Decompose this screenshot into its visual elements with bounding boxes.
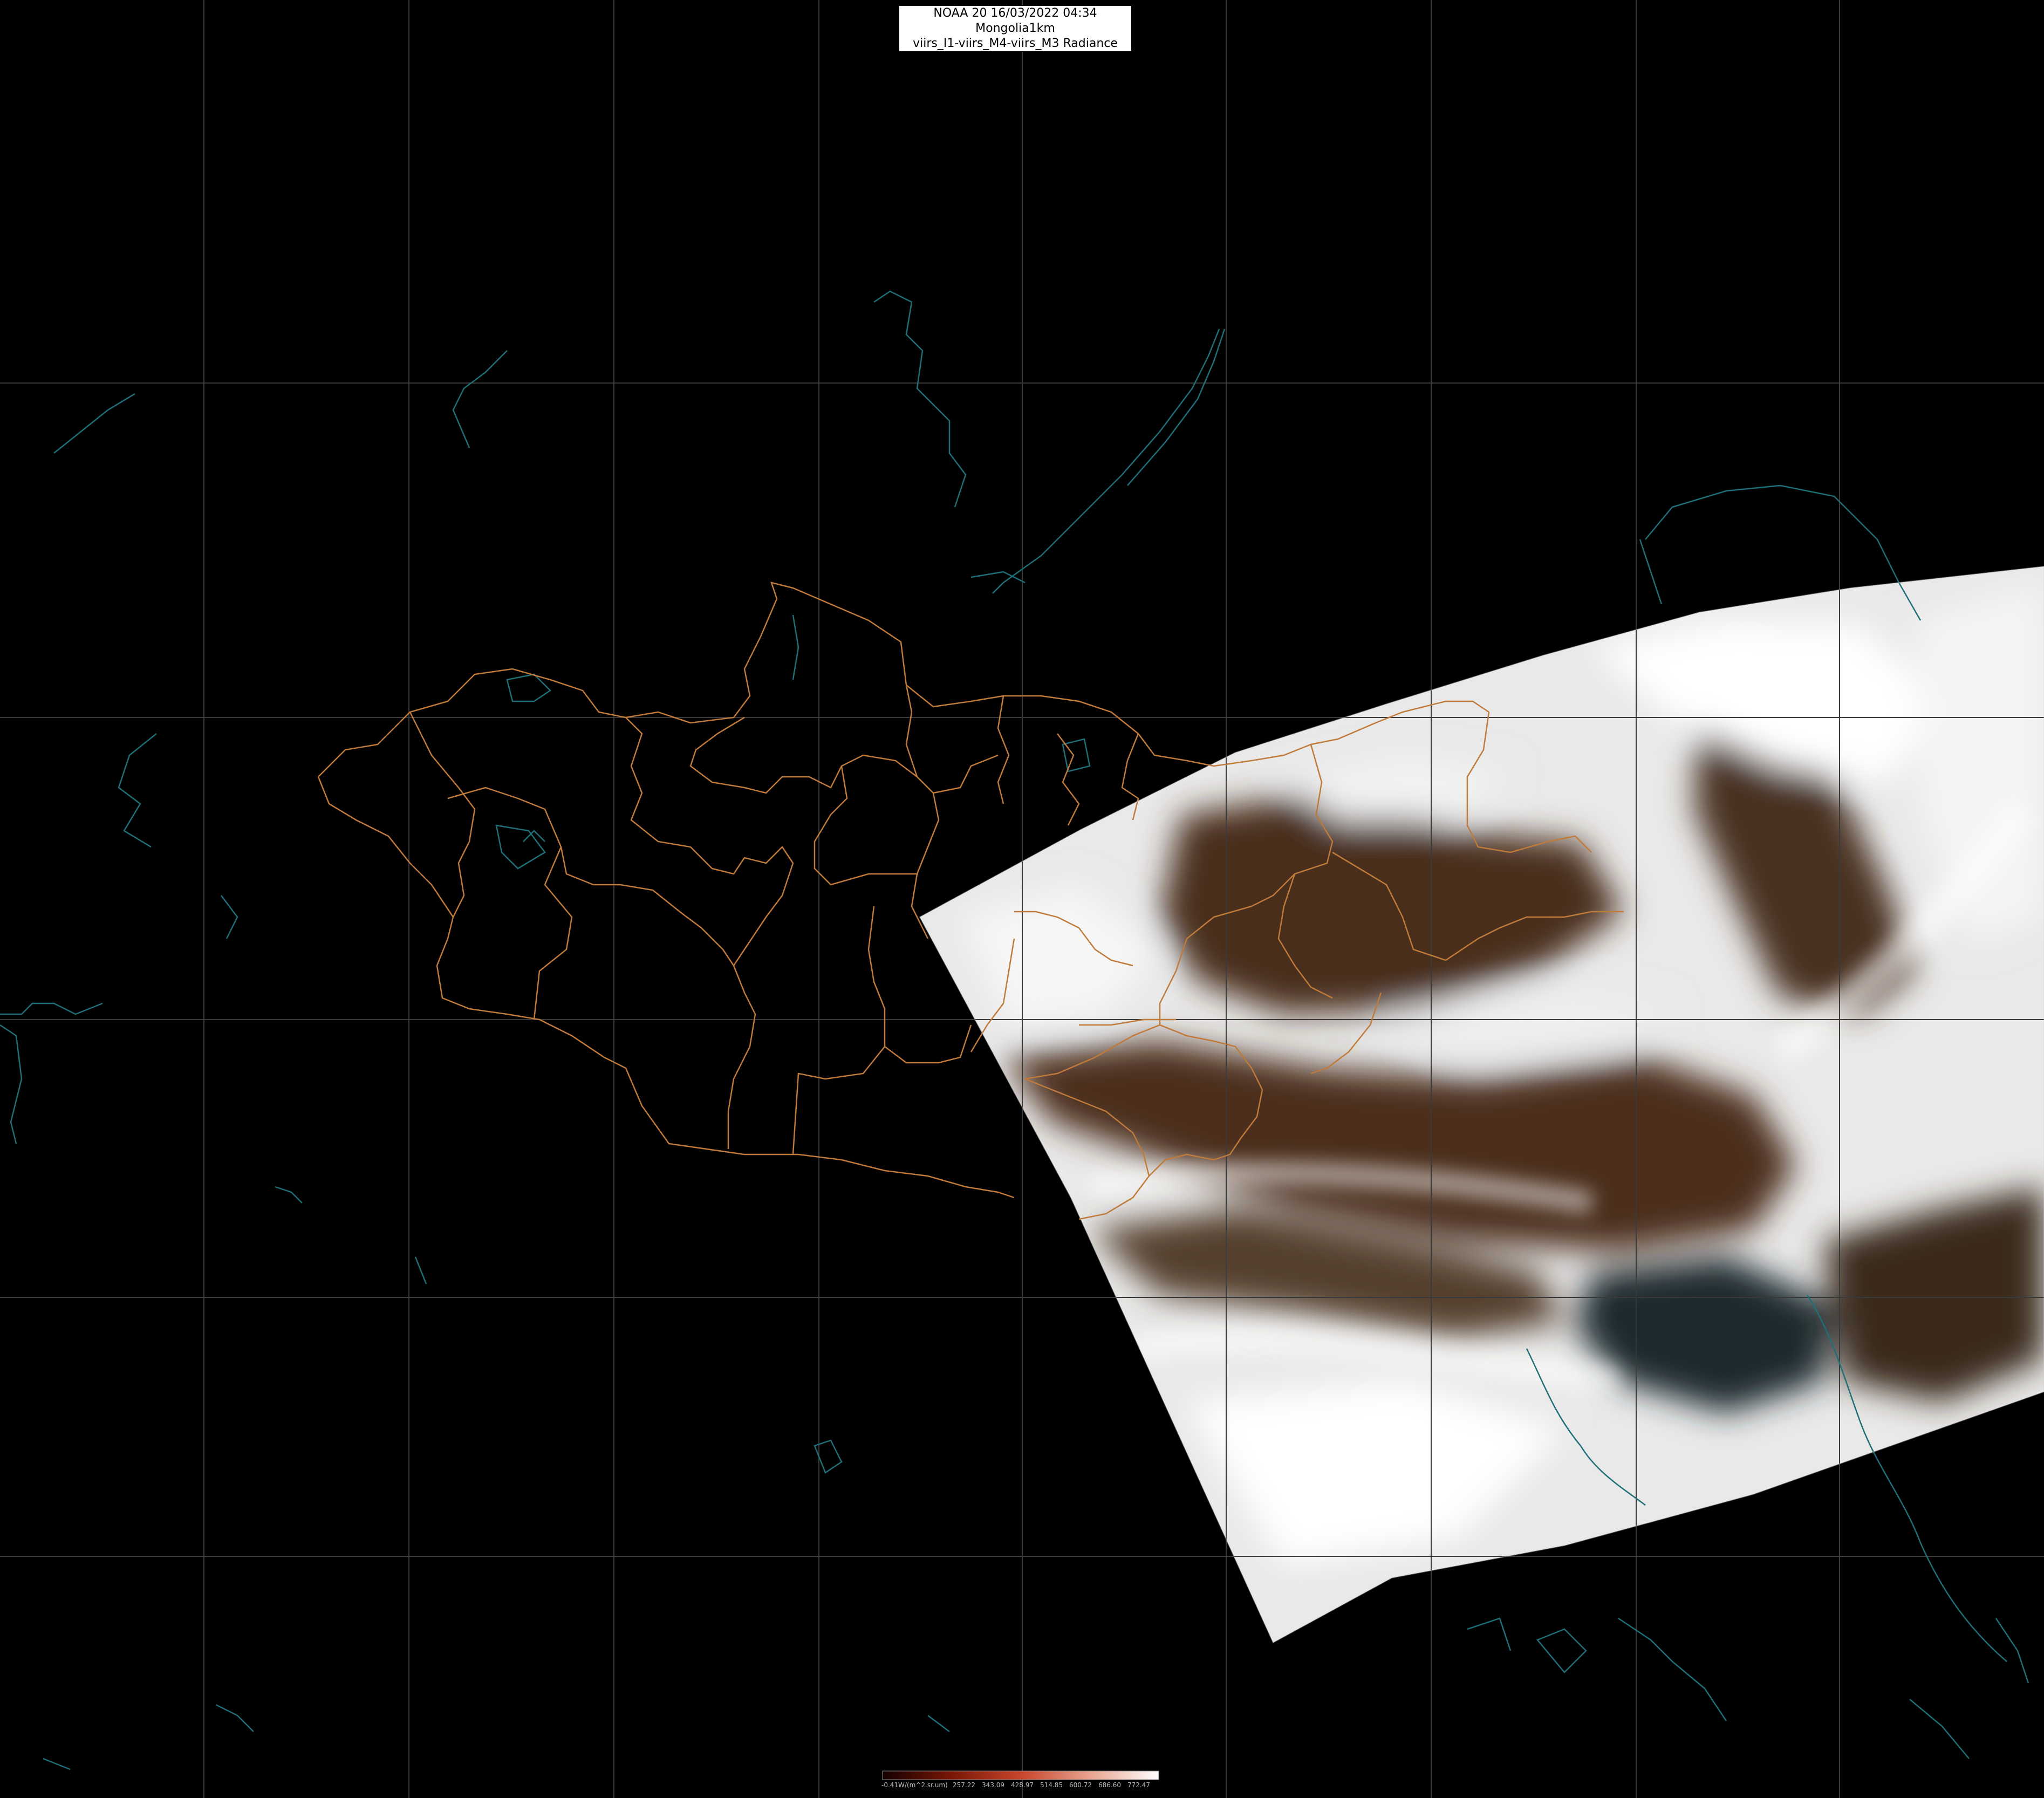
colorbar-tick: 257.22 (953, 1781, 975, 1789)
colorbar-tick: 600.72 (1069, 1781, 1092, 1789)
satellite-map (0, 0, 2044, 1798)
colorbar-labels: -0.41W/(m^2.sr.um) 257.22 343.09 428.97 … (879, 1781, 1160, 1792)
colorbar-unit-label: -0.41W/(m^2.sr.um) (881, 1781, 948, 1789)
colorbar-gradient (882, 1770, 1159, 1780)
colorbar-tick: 428.97 (1011, 1781, 1034, 1789)
colorbar-tick: 686.60 (1098, 1781, 1121, 1789)
colorbar-tick: 772.47 (1127, 1781, 1150, 1789)
colorbar-tick: 343.09 (982, 1781, 1004, 1789)
title-line-2: viirs_I1-viirs_M4-viirs_M3 Radiance (913, 37, 1118, 50)
title-line-1: NOAA 20 16/03/2022 04:34 Mongolia1km (933, 6, 1097, 35)
colorbar-tick: 514.85 (1040, 1781, 1063, 1789)
image-title: NOAA 20 16/03/2022 04:34 Mongolia1km vii… (899, 5, 1132, 52)
